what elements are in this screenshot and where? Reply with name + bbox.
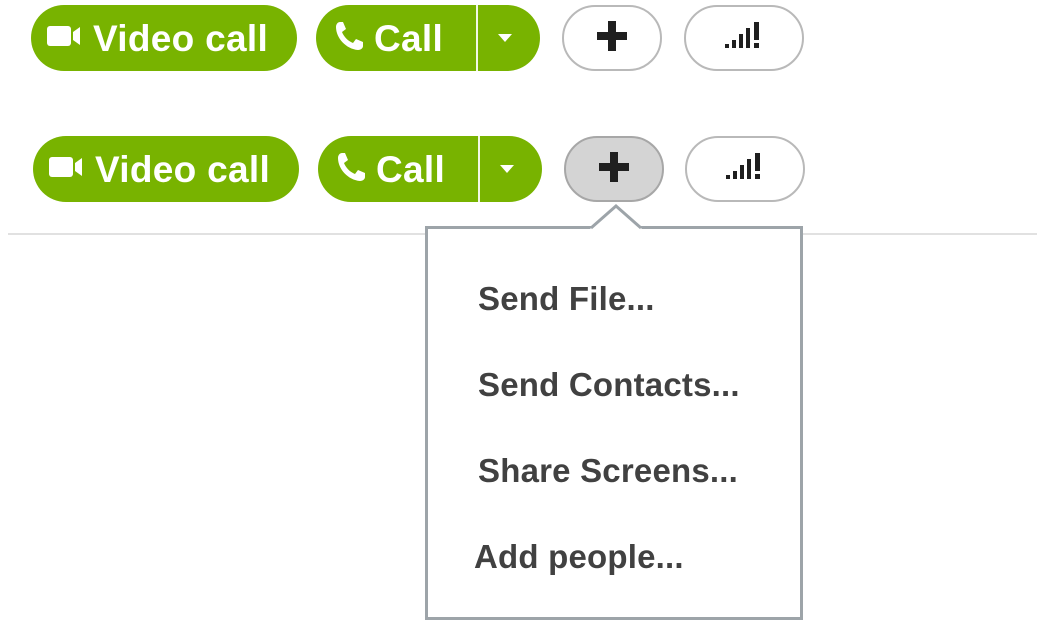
call-options-dropdown[interactable] — [480, 136, 542, 202]
call-toolbar-default: Video call Call — [0, 5, 1037, 75]
plus-icon — [596, 149, 632, 190]
call-quality-signal-icon — [722, 20, 766, 57]
chevron-down-icon — [498, 34, 512, 42]
video-call-button[interactable]: Video call — [31, 5, 297, 71]
add-button[interactable] — [562, 5, 662, 71]
menu-item-send-file[interactable]: Send File... — [428, 269, 800, 329]
call-quality-button[interactable] — [685, 136, 805, 202]
call-options-dropdown[interactable] — [478, 5, 540, 71]
call-quality-signal-icon — [723, 151, 767, 188]
call-button-group: Call — [316, 5, 540, 71]
add-button-pressed[interactable] — [564, 136, 664, 202]
video-call-label: Video call — [93, 17, 269, 59]
call-toolbar-active: Video call Call — [0, 136, 1037, 206]
video-call-button[interactable]: Video call — [33, 136, 299, 202]
menu-item-share-screens[interactable]: Share Screens... — [428, 441, 800, 501]
menu-item-add-people[interactable]: Add people... — [428, 527, 800, 587]
call-label: Call — [374, 17, 444, 59]
call-button-group: Call — [318, 136, 542, 202]
add-menu-popup: Send File... Send Contacts... Share Scre… — [425, 226, 803, 620]
call-quality-button[interactable] — [684, 5, 804, 71]
video-call-label: Video call — [95, 148, 271, 190]
phone-icon — [334, 20, 364, 57]
video-camera-icon — [47, 25, 83, 52]
plus-icon — [594, 18, 630, 59]
call-button[interactable]: Call — [318, 136, 478, 202]
menu-item-send-contacts[interactable]: Send Contacts... — [428, 355, 800, 415]
popup-pointer — [590, 204, 642, 230]
video-camera-icon — [49, 156, 85, 183]
chevron-down-icon — [500, 165, 514, 173]
call-button[interactable]: Call — [316, 5, 476, 71]
call-label: Call — [376, 148, 446, 190]
phone-icon — [336, 151, 366, 188]
